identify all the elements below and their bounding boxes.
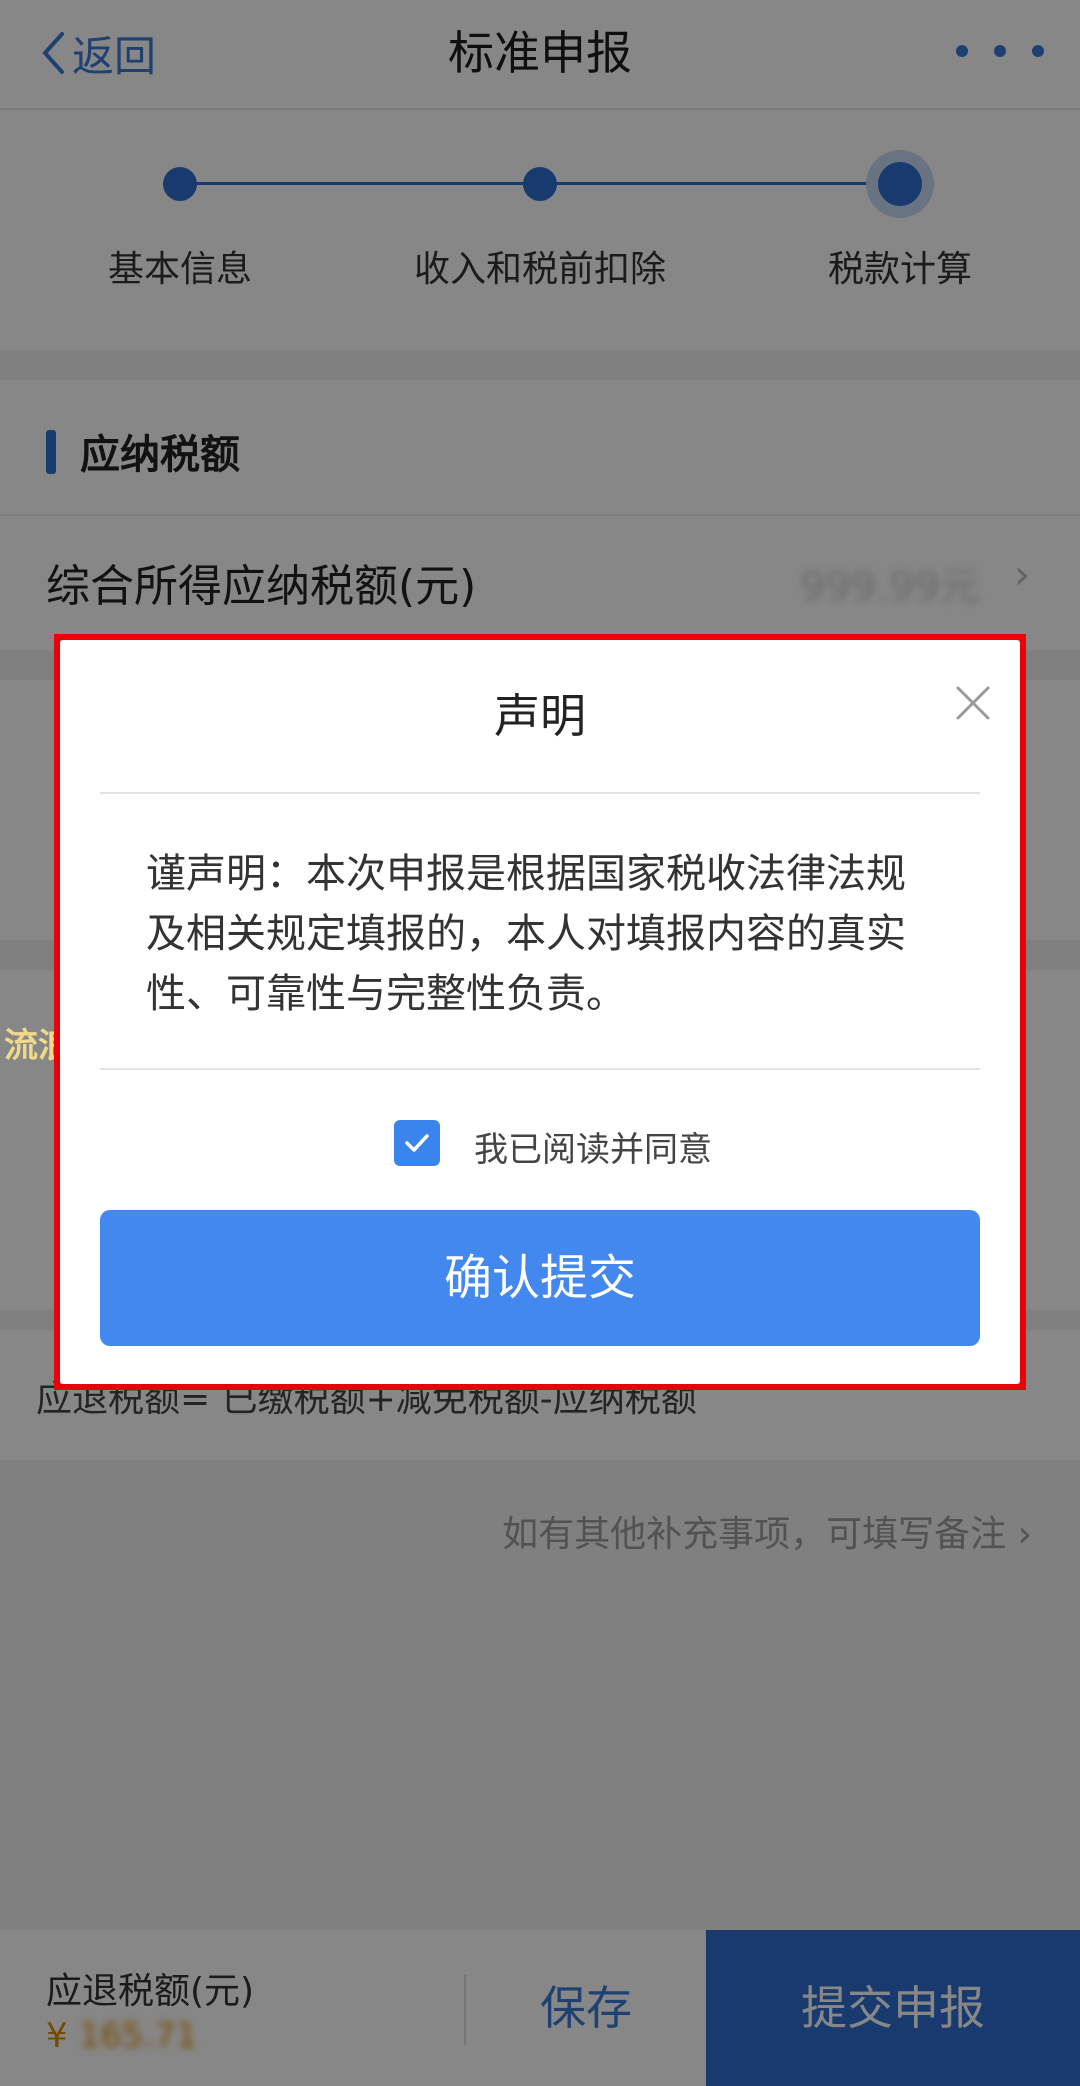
declaration-text: 谨声明：本次申报是根据国家税收法律法规及相关规定填报的，本人对填报内容的真实性、…	[146, 851, 906, 1017]
agree-label[interactable]: 我已阅读并同意	[474, 1122, 712, 1171]
divider	[100, 792, 980, 794]
agree-checkbox[interactable]	[394, 1120, 440, 1166]
confirm-submit-button[interactable]: 确认提交	[100, 1210, 980, 1346]
close-icon[interactable]	[950, 680, 996, 726]
divider	[100, 1068, 980, 1070]
checkmark-icon	[405, 1134, 429, 1152]
dialog-title: 声明	[494, 689, 586, 743]
